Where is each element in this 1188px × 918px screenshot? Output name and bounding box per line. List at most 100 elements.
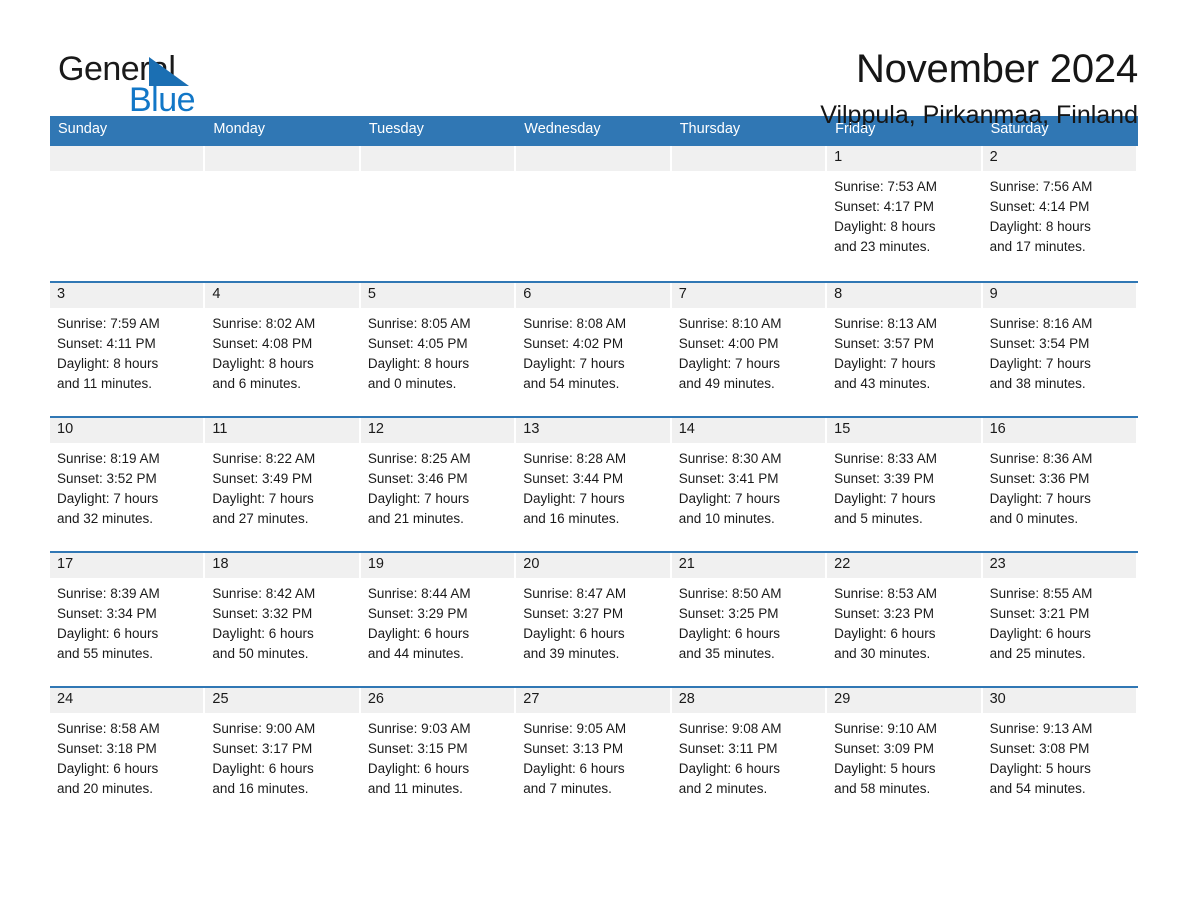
day-sun-info: Sunrise: 9:03 AM Sunset: 3:15 PM Daylight:… [361, 713, 516, 799]
day-number: 4 [205, 283, 359, 308]
day-sunrise-text: Sunrise: 8:25 AM [367, 451, 471, 466]
week-row: 1 Sunrise: 7:53 AM Sunset: 4:17 PM Daylight… [50, 146, 1138, 281]
day-sunrise-text: Sunrise: 8:10 AM [678, 316, 782, 331]
calendar-page: General Blue November 2024 Vilppula, Pir… [0, 0, 1188, 918]
day-number: 1 [827, 146, 981, 171]
day-number: 8 [827, 283, 981, 308]
day-sunrise-text: Sunrise: 9:05 AM [523, 721, 627, 736]
day-cell[interactable]: 27 Sunrise: 9:05 AM Sunset: 3:13 PM Dayligh… [516, 688, 672, 806]
day-cell[interactable]: 12 Sunrise: 8:25 AM Sunset: 3:46 PM Dayligh… [360, 418, 517, 551]
day-cell[interactable]: 18 Sunrise: 8:42 AM Sunset: 3:32 PM Dayligh… [205, 553, 361, 686]
day-cell[interactable]: 5 Sunrise: 8:05 AM Sunset: 4:05 PM Daylight… [360, 283, 517, 416]
day-cell[interactable]: 8 Sunrise: 8:13 AM Sunset: 3:57 PM Daylight… [827, 283, 983, 416]
day-daylight-1-text: Daylight: 6 hours [212, 626, 314, 641]
day-cell[interactable]: 4 Sunrise: 8:02 AM Sunset: 4:08 PM Daylight… [205, 283, 361, 416]
day-cell[interactable]: 2 Sunrise: 7:56 AM Sunset: 4:14 PM Daylight… [982, 146, 1138, 281]
day-cell[interactable]: 1 Sunrise: 7:53 AM Sunset: 4:17 PM Daylight… [827, 146, 983, 281]
week-row: 3 Sunrise: 7:59 AM Sunset: 4:11 PM Daylight… [50, 281, 1138, 416]
week-row: 10 Sunrise: 8:19 AM Sunset: 3:52 PM Dayligh… [50, 416, 1138, 551]
day-daylight-2-text: and 10 minutes. [678, 511, 775, 526]
day-cell[interactable]: 30 Sunrise: 9:13 AM Sunset: 3:08 PM Dayligh… [982, 688, 1138, 806]
day-cell[interactable]: 28 Sunrise: 9:08 AM Sunset: 3:11 PM Dayligh… [671, 688, 828, 806]
day-cell[interactable]: 6 Sunrise: 8:08 AM Sunset: 4:02 PM Daylight… [516, 283, 672, 416]
day-sunrise-text: Sunrise: 8:42 AM [212, 586, 316, 601]
day-cell[interactable]: 10 Sunrise: 8:19 AM Sunset: 3:52 PM Dayligh… [50, 418, 206, 551]
day-sun-info: Sunrise: 8:44 AM Sunset: 3:29 PM Daylight:… [361, 578, 516, 664]
day-sunset-text: Sunset: 3:54 PM [989, 336, 1090, 351]
day-sun-info: Sunrise: 8:16 AM Sunset: 3:54 PM Daylight:… [983, 308, 1138, 394]
day-daylight-1-text: Daylight: 7 hours [678, 491, 781, 506]
day-cell[interactable]: 7 Sunrise: 8:10 AM Sunset: 4:00 PM Daylight… [671, 283, 828, 416]
day-number: 29 [827, 688, 981, 713]
day-daylight-2-text: and 32 minutes. [57, 511, 154, 526]
day-sunset-text: Sunset: 4:14 PM [989, 199, 1090, 214]
day-sun-info: Sunrise: 8:55 AM Sunset: 3:21 PM Daylight:… [983, 578, 1138, 664]
day-cell[interactable]: 17 Sunrise: 8:39 AM Sunset: 3:34 PM Dayligh… [50, 553, 206, 686]
day-cell[interactable]: 22 Sunrise: 8:53 AM Sunset: 3:23 PM Dayligh… [827, 553, 983, 686]
day-cell[interactable]: 19 Sunrise: 8:44 AM Sunset: 3:29 PM Dayligh… [360, 553, 517, 686]
day-number: 15 [827, 418, 981, 443]
day-sunset-text: Sunset: 4:00 PM [678, 336, 779, 351]
weekday-header-thursday: Thursday [679, 121, 741, 137]
day-sunset-text: Sunset: 4:08 PM [212, 336, 313, 351]
day-number: 26 [360, 688, 515, 713]
day-sunset-text: Sunset: 4:17 PM [834, 199, 934, 214]
day-sunset-text: Sunset: 3:13 PM [523, 741, 624, 756]
day-cell[interactable]: 26 Sunrise: 9:03 AM Sunset: 3:15 PM Dayligh… [360, 688, 517, 806]
day-daylight-2-text: and 27 minutes. [212, 511, 309, 526]
day-daylight-1-text: Daylight: 6 hours [523, 626, 625, 641]
day-daylight-2-text: and 0 minutes. [367, 376, 457, 391]
day-daylight-1-text: Daylight: 7 hours [834, 491, 936, 506]
day-sun-info: Sunrise: 8:19 AM Sunset: 3:52 PM Daylight:… [50, 443, 205, 529]
day-cell[interactable]: 11 Sunrise: 8:22 AM Sunset: 3:49 PM Dayligh… [205, 418, 361, 551]
day-sun-info: Sunrise: 9:08 AM Sunset: 3:11 PM Daylight:… [672, 713, 827, 799]
day-daylight-2-text: and 25 minutes. [989, 646, 1086, 661]
day-daylight-1-text: Daylight: 7 hours [57, 491, 159, 506]
day-cell[interactable]: 3 Sunrise: 7:59 AM Sunset: 4:11 PM Daylight… [50, 283, 206, 416]
day-sunrise-text: Sunrise: 8:33 AM [834, 451, 937, 466]
day-cell[interactable]: 20 Sunrise: 8:47 AM Sunset: 3:27 PM Dayligh… [516, 553, 672, 686]
day-sunset-text: Sunset: 3:32 PM [212, 606, 313, 621]
day-cell[interactable]: 15 Sunrise: 8:33 AM Sunset: 3:39 PM Dayligh… [827, 418, 983, 551]
day-cell[interactable]: 14 Sunrise: 8:30 AM Sunset: 3:41 PM Dayligh… [671, 418, 828, 551]
day-sunset-text: Sunset: 3:08 PM [989, 741, 1090, 756]
day-number: 27 [516, 688, 670, 713]
day-number [360, 146, 515, 171]
day-cell[interactable]: 23 Sunrise: 8:55 AM Sunset: 3:21 PM Dayligh… [982, 553, 1138, 686]
day-daylight-1-text: Daylight: 6 hours [212, 761, 314, 776]
day-number [50, 146, 204, 171]
day-number: 19 [360, 553, 515, 578]
day-sunset-text: Sunset: 3:17 PM [212, 741, 313, 756]
day-sunset-text: Sunset: 4:11 PM [57, 336, 156, 351]
day-cell[interactable]: 9 Sunrise: 8:16 AM Sunset: 3:54 PM Daylight… [982, 283, 1138, 416]
week-row: 17 Sunrise: 8:39 AM Sunset: 3:34 PM Dayligh… [50, 551, 1138, 686]
day-daylight-2-text: and 23 minutes. [834, 239, 931, 254]
day-sunset-text: Sunset: 3:46 PM [367, 471, 468, 486]
day-daylight-1-text: Daylight: 5 hours [989, 761, 1091, 776]
day-daylight-1-text: Daylight: 8 hours [989, 219, 1091, 234]
day-sunrise-text: Sunrise: 8:44 AM [367, 586, 471, 601]
day-daylight-1-text: Daylight: 7 hours [678, 356, 781, 371]
day-cell[interactable]: 16 Sunrise: 8:36 AM Sunset: 3:36 PM Dayligh… [982, 418, 1138, 551]
day-sun-info: Sunrise: 7:53 AM Sunset: 4:17 PM Daylight:… [827, 171, 982, 257]
day-cell[interactable]: 25 Sunrise: 9:00 AM Sunset: 3:17 PM Dayligh… [205, 688, 361, 806]
day-cell[interactable]: 21 Sunrise: 8:50 AM Sunset: 3:25 PM Dayligh… [671, 553, 828, 686]
weekday-header-wednesday: Wednesday [524, 121, 601, 137]
day-daylight-2-text: and 35 minutes. [678, 646, 775, 661]
day-sunset-text: Sunset: 3:36 PM [989, 471, 1090, 486]
day-sun-info: Sunrise: 8:08 AM Sunset: 4:02 PM Daylight:… [516, 308, 671, 394]
day-daylight-1-text: Daylight: 7 hours [367, 491, 470, 506]
day-sun-info: Sunrise: 8:30 AM Sunset: 3:41 PM Daylight:… [672, 443, 827, 529]
day-number [516, 146, 670, 171]
day-cell[interactable]: 13 Sunrise: 8:28 AM Sunset: 3:44 PM Dayligh… [516, 418, 672, 551]
day-sun-info: Sunrise: 9:05 AM Sunset: 3:13 PM Daylight:… [516, 713, 671, 799]
day-cell-empty [671, 146, 828, 281]
day-cell[interactable]: 29 Sunrise: 9:10 AM Sunset: 3:09 PM Dayligh… [827, 688, 983, 806]
day-daylight-1-text: Daylight: 6 hours [367, 761, 470, 776]
day-sun-info: Sunrise: 8:39 AM Sunset: 3:34 PM Daylight:… [50, 578, 205, 664]
weekday-header-saturday: Saturday [990, 121, 1049, 137]
day-sunset-text: Sunset: 3:49 PM [212, 471, 313, 486]
day-sunset-text: Sunset: 3:52 PM [57, 471, 157, 486]
general-blue-logo: General Blue [50, 46, 200, 118]
day-cell[interactable]: 24 Sunrise: 8:58 AM Sunset: 3:18 PM Dayligh… [50, 688, 206, 806]
